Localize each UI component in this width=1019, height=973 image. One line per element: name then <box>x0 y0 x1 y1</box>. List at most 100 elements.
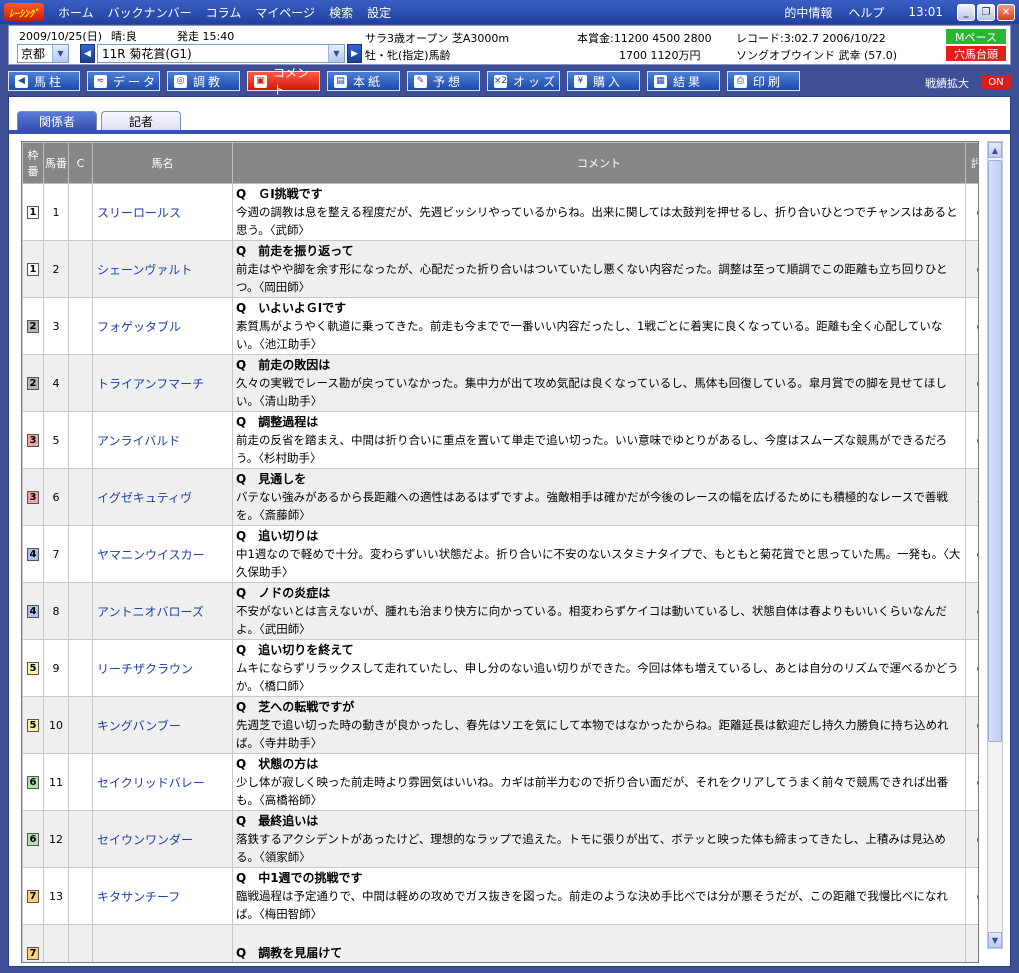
record-expand-toggle[interactable]: ON <box>981 75 1011 89</box>
maximize-button[interactable]: ❐ <box>977 3 995 21</box>
result-button[interactable]: ▦ 結果 <box>647 71 720 91</box>
waku-cell: 6 <box>22 753 44 811</box>
horse-name-link[interactable]: セイウンワンダー <box>92 810 233 868</box>
course-record: レコード:3:02.7 2006/10/22 <box>736 32 886 45</box>
scroll-up-icon[interactable]: ▲ <box>988 142 1002 158</box>
race-weather: 晴:良 <box>111 30 137 43</box>
horse-name-link[interactable] <box>92 924 233 962</box>
table-row[interactable]: 7 Q 調教を見届けて <box>22 924 978 962</box>
race-info-panel: 2009/10/25(日) 晴:良 発走 15:40 京都 ▼ ◀ 11R 菊花… <box>8 25 1011 65</box>
prediction-button[interactable]: ✎ 予想 <box>407 71 480 91</box>
horse-name-link[interactable]: セイクリッドバレー <box>92 753 233 811</box>
horse-name-link[interactable]: ヤマニンウイスカー <box>92 525 233 583</box>
comment-text: 先週芝で追い切った時の動きが良かったし、春先はソエを気にして本物ではなかったから… <box>236 718 949 750</box>
col-comment[interactable]: コメント <box>232 142 966 184</box>
c-cell <box>68 696 93 754</box>
table-row[interactable]: 4 7 ヤマニンウイスカー Q 追い切りは 中1週なので軽めで十分。変わらずいい状態だよ… <box>22 525 978 583</box>
table-header-row: 枠番 馬番 C 馬名 コメント 評価 <box>22 142 978 184</box>
record-expand-label: 戦績拡大 <box>925 77 969 90</box>
menu-settings[interactable]: 設定 <box>367 4 391 21</box>
newspaper-icon: ▤ <box>334 74 347 88</box>
horse-name-link[interactable]: キングバンブー <box>92 696 233 754</box>
menu-home[interactable]: ホーム <box>58 4 94 21</box>
horse-name-link[interactable]: シェーンヴァルト <box>92 240 233 298</box>
race-select[interactable]: 11R 菊花賞(G1) ▼ <box>97 44 345 63</box>
print-button[interactable]: ⎙ 印刷 <box>727 71 800 91</box>
col-horse-name[interactable]: 馬名 <box>92 142 233 184</box>
comment-label: コメント <box>273 66 310 97</box>
horse-name-link[interactable]: キタサンチーフ <box>92 867 233 925</box>
table-row[interactable]: 4 8 アントニオバローズ Q ノドの炎症は 不安がないとは言えないが、腫れも治まり快方… <box>22 582 978 640</box>
table-row[interactable]: 2 3 フォゲッタブル Q いよいよＧⅠです 素質馬がようやく軌道に乗ってきた。前走も今… <box>22 297 978 355</box>
eval-mark: ◎ <box>965 411 978 469</box>
purchase-button[interactable]: ¥ 購入 <box>567 71 640 91</box>
menu-column[interactable]: コラム <box>206 4 242 21</box>
race-condition-2: 牡・牝(指定)馬齢 <box>365 49 451 62</box>
chevron-down-icon[interactable]: ▼ <box>52 45 68 62</box>
comment-text: 素質馬がようやく軌道に乗ってきた。前走も今までで一番いい内容だったし、1戦ごとに… <box>236 319 943 351</box>
c-cell <box>68 183 93 241</box>
horse-name-link[interactable]: スリーロールス <box>92 183 233 241</box>
comment-cell: Q 中1週での挑戦です 臨戦過程は予定通りで、中間は軽めの攻めでガス抜きを図った。… <box>232 867 966 925</box>
horse-name-link[interactable]: トライアンフマーチ <box>92 354 233 412</box>
venue-select[interactable]: 京都 ▼ <box>17 44 69 63</box>
horse-name-link[interactable]: アントニオバローズ <box>92 582 233 640</box>
horse-name-link[interactable]: リーチザクラウン <box>92 639 233 697</box>
umabashira-label: 馬柱 <box>34 74 65 89</box>
table-row[interactable]: 5 10 キングバンブー Q 芝への転戦ですが 先週芝で追い切った時の動きが良かったし、… <box>22 696 978 754</box>
minimize-button[interactable]: _ <box>957 3 975 21</box>
data-label: データ <box>113 74 159 89</box>
table-row[interactable]: 5 9 リーチザクラウン Q 追い切りを終えて ムキにならずリラックスして走れていたし、… <box>22 639 978 697</box>
horse-name-link[interactable]: アンライバルド <box>92 411 233 469</box>
menu-search[interactable]: 検索 <box>329 4 353 21</box>
tab-divider <box>9 130 1010 134</box>
table-row[interactable]: 2 4 トライアンフマーチ Q 前走の敗因は 久々の実戦でレース勘が戻っていなかった。集… <box>22 354 978 412</box>
tab-kankeisha[interactable]: 関係者 <box>17 111 97 131</box>
table-row[interactable]: 3 6 イグゼキュティヴ Q 見通しを バテない強みがあるから長距離への適性はあるはずで… <box>22 468 978 526</box>
table-row[interactable]: 7 13 キタサンチーフ Q 中1週での挑戦です 臨戦過程は予定通りで、中間は軽めの攻め… <box>22 867 978 925</box>
comment-text: 不安がないとは言えないが、腫れも治まり快方に向かっている。相変わらずケイコは動い… <box>236 604 947 636</box>
table-row[interactable]: 3 5 アンライバルド Q 調整過程は 前走の反省を踏まえ、中間は折り合いに重点を置いて… <box>22 411 978 469</box>
menu-mypage[interactable]: マイページ <box>255 4 315 21</box>
comment-cell: Q 前走の敗因は 久々の実戦でレース勘が戻っていなかった。集中力が出て攻め気配は良… <box>232 354 966 412</box>
table-row[interactable]: 1 1 スリーロールス Q ＧⅠ挑戦です 今週の調教は息を整える程度だが、先週ビッシリや… <box>22 183 978 241</box>
waku-cell: 5 <box>22 696 44 754</box>
next-race-button[interactable]: ▶ <box>347 44 362 63</box>
scrollbar[interactable]: ▲ ▼ <box>987 141 1003 949</box>
umaban-cell: 12 <box>43 810 69 868</box>
table-row[interactable]: 1 2 シェーンヴァルト Q 前走を振り返って 前走はやや脚を余す形になったが、心配だっ… <box>22 240 978 298</box>
scroll-thumb[interactable] <box>988 160 1002 742</box>
honshi-button[interactable]: ▤ 本紙 <box>327 71 400 91</box>
tab-kisha[interactable]: 記者 <box>101 111 181 131</box>
col-umaban[interactable]: 馬番 <box>43 142 69 184</box>
comment-button[interactable]: ▣ コメント <box>247 66 320 97</box>
table-row[interactable]: 6 11 セイクリッドバレー Q 状態の方は 少し体が寂しく映った前走時より雰囲気はいい… <box>22 753 978 811</box>
horse-name-link[interactable]: フォゲッタブル <box>92 297 233 355</box>
comment-text: バテない強みがあるから長距離への適性はあるはずですよ。強敵相手は確かだが今後のレ… <box>236 490 948 522</box>
odds-button[interactable]: ×2 オッズ <box>487 71 560 91</box>
c-cell <box>68 810 93 868</box>
col-waku[interactable]: 枠番 <box>22 142 44 184</box>
chevron-down-icon[interactable]: ▼ <box>328 45 344 62</box>
prev-race-button[interactable]: ◀ <box>80 44 95 63</box>
table-row[interactable]: 6 12 セイウンワンダー Q 最終追いは 落鉄するアクシデントがあったけど、理想的なラ… <box>22 810 978 868</box>
comment-cell: Q 芝への転戦ですが 先週芝で追い切った時の動きが良かったし、春先はソエを気にして… <box>232 696 966 754</box>
col-c[interactable]: C <box>68 142 93 184</box>
comment-text: 前走はやや脚を余す形になったが、心配だった折り合いはついていたし悪くない内容だっ… <box>236 262 948 294</box>
menu-help[interactable]: ヘルプ <box>848 4 884 21</box>
scroll-down-icon[interactable]: ▼ <box>988 932 1002 948</box>
close-button[interactable]: ✕ <box>997 3 1015 21</box>
app-logo[interactable]: ﾚｰｼﾝｸﾞ <box>4 3 44 21</box>
umabashira-button[interactable]: ◀ 馬柱 <box>8 71 80 91</box>
comment-text: ムキにならずリラックスして走れていたし、申し分のない追い切りができた。今回は体も… <box>236 661 959 693</box>
comment-cell: Q 追い切りは 中1週なので軽めで十分。変わらずいい状態だよ。折り合いに不安のない… <box>232 525 966 583</box>
eval-mark: △ <box>965 468 978 526</box>
col-eval[interactable]: 評価 <box>965 142 978 184</box>
training-button[interactable]: ◎ 調教 <box>167 71 240 91</box>
horse-name-link[interactable]: イグゼキュティヴ <box>92 468 233 526</box>
eval-mark: ○ <box>965 183 978 241</box>
data-button[interactable]: ≈ データ <box>87 71 160 91</box>
menu-hit-info[interactable]: 的中情報 <box>784 4 832 21</box>
menu-backnumber[interactable]: バックナンバー <box>108 4 192 21</box>
table-body: 1 1 スリーロールス Q ＧⅠ挑戦です 今週の調教は息を整える程度だが、先週ビッシリや… <box>22 183 978 962</box>
